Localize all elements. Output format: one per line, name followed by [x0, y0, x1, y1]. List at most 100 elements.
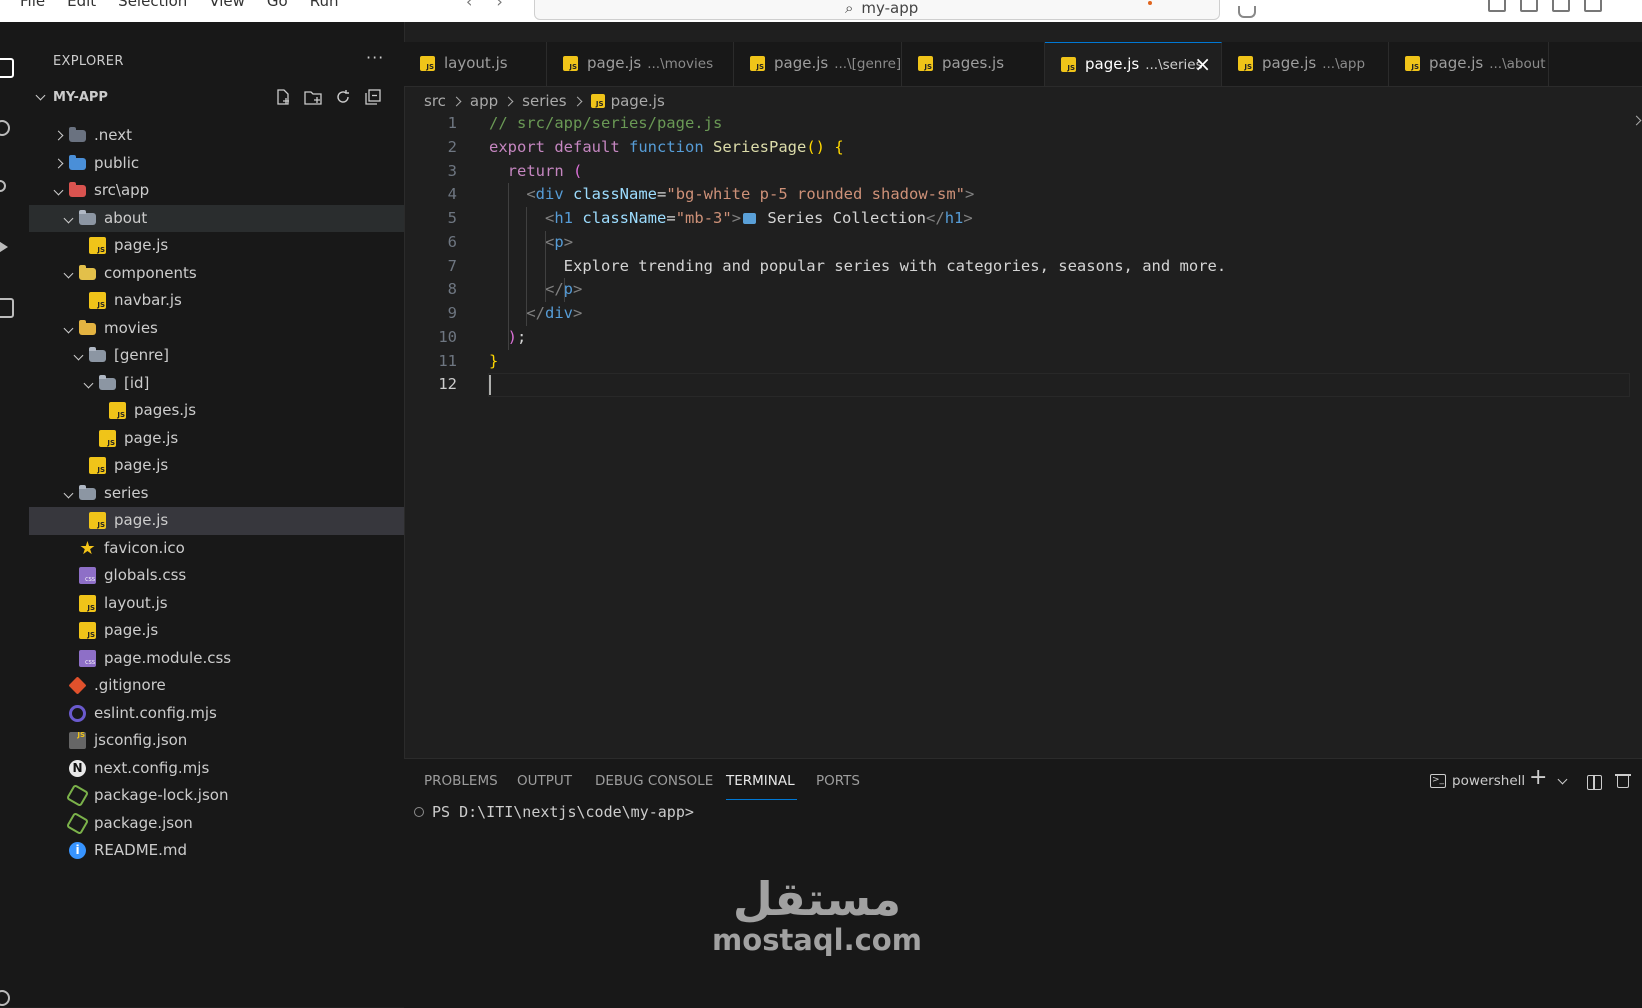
back-arrow-icon[interactable]: ‹: [466, 0, 472, 11]
menu-edit[interactable]: Edit: [67, 0, 96, 10]
layout-customize-icon[interactable]: [1488, 0, 1506, 12]
tree-file[interactable]: Nnext.config.mjs: [29, 755, 404, 783]
tree-file[interactable]: page.js: [29, 425, 404, 453]
tree-folder[interactable]: public: [29, 150, 404, 178]
tree-file[interactable]: jsconfig.json: [29, 722, 404, 755]
tree-file[interactable]: ★ favicon.ico: [29, 535, 404, 563]
tab-description: ...\about: [1489, 56, 1546, 72]
js-file-icon: [89, 292, 106, 309]
terminal-prompt: PS D:\ITI\nextjs\code\my-app>: [432, 803, 694, 821]
tree-folder[interactable]: [genre]: [29, 342, 404, 370]
line-number: 9: [447, 304, 457, 322]
breadcrumb-app[interactable]: app: [470, 92, 498, 110]
workspace-section-header[interactable]: MY-APP: [29, 86, 404, 112]
chevron-right-icon: [451, 96, 462, 106]
tab-output[interactable]: OUTPUT: [517, 773, 572, 789]
new-terminal-icon[interactable]: +: [1529, 765, 1547, 790]
terminal-shell-selector[interactable]: >_ powershell: [1430, 773, 1525, 789]
tree-folder[interactable]: about: [29, 204, 404, 232]
git-icon: [68, 676, 87, 695]
code-text: </p>: [489, 278, 582, 302]
folder-icon: [79, 319, 96, 335]
tree-item-label: page.js: [114, 236, 169, 254]
command-center[interactable]: ⌕ my-app: [534, 0, 1220, 20]
new-file-icon[interactable]: [273, 87, 293, 107]
tree-file[interactable]: package-lock.json: [29, 782, 404, 810]
tree-file[interactable]: package.json: [29, 810, 404, 838]
editor-tab[interactable]: layout.js: [404, 42, 547, 86]
editor-tab[interactable]: page.js ...\app: [1222, 42, 1389, 86]
toggle-sidebar-icon[interactable]: [1520, 0, 1538, 12]
tab-filename: pages.js: [942, 54, 1005, 72]
tree-file[interactable]: layout.js: [29, 590, 404, 618]
tree-folder[interactable]: [id]: [29, 370, 404, 398]
tab-debug-console[interactable]: DEBUG CONSOLE: [595, 773, 713, 789]
code-line: 4 <div className="bg-white p-5 rounded s…: [404, 183, 1642, 207]
tab-terminal[interactable]: TERMINAL: [726, 773, 797, 800]
explorer-icon[interactable]: [0, 58, 14, 78]
tree-item-label: package.json: [94, 813, 193, 832]
terminal-icon: >_: [1430, 774, 1446, 788]
editor-tab[interactable]: page.js ...\movies: [547, 42, 734, 86]
tree-file[interactable]: navbar.js: [29, 287, 404, 315]
refresh-icon[interactable]: [333, 87, 353, 107]
tree-file[interactable]: page.js: [29, 617, 404, 645]
run-debug-icon[interactable]: [0, 238, 8, 256]
tree-folder[interactable]: components: [29, 260, 404, 288]
chevron-down-icon[interactable]: [1557, 774, 1568, 785]
tree-file[interactable]: page.js: [29, 232, 404, 260]
toggle-secondary-sidebar-icon[interactable]: [1584, 0, 1602, 12]
nav-arrows: ‹ ›: [466, 0, 503, 11]
editor-tab[interactable]: page.js ...\about: [1389, 42, 1549, 86]
menu-go[interactable]: Go: [267, 0, 288, 10]
tree-file[interactable]: page.module.css: [29, 645, 404, 673]
folder-icon: [99, 374, 116, 390]
chevron-down-icon: [63, 323, 74, 333]
tab-filename: layout.js: [444, 54, 508, 72]
source-control-icon[interactable]: [0, 180, 6, 192]
tree-file[interactable]: pages.js: [29, 397, 404, 425]
tree-folder[interactable]: movies: [29, 315, 404, 343]
editor-tab[interactable]: page.js...\series×: [1045, 42, 1222, 86]
new-folder-icon[interactable]: [303, 87, 323, 107]
terminal-output[interactable]: PS D:\ITI\nextjs\code\my-app>: [414, 803, 694, 821]
more-actions-icon[interactable]: ···: [366, 48, 384, 67]
menu-file[interactable]: File: [20, 0, 45, 10]
copilot-icon[interactable]: [1238, 6, 1256, 18]
split-terminal-icon[interactable]: [1587, 775, 1602, 790]
forward-arrow-icon[interactable]: ›: [496, 0, 502, 11]
menu-run[interactable]: Run: [310, 0, 339, 10]
tree-folder[interactable]: .next: [29, 122, 404, 150]
toggle-panel-icon[interactable]: [1552, 0, 1570, 12]
tree-file[interactable]: .gitignore: [29, 672, 404, 700]
eslint-icon: [69, 704, 86, 722]
tab-filename: page.js: [1085, 55, 1140, 73]
tab-description: ...\app: [1322, 56, 1366, 72]
tree-file[interactable]: i README.md: [29, 837, 404, 865]
tab-problems[interactable]: PROBLEMS: [424, 773, 498, 789]
tree-folder[interactable]: src\app: [29, 177, 404, 205]
code-editor[interactable]: 1 // src/app/series/page.js 2 export defaul…: [404, 112, 1642, 397]
line-number: 7: [447, 256, 457, 275]
account-icon[interactable]: [0, 990, 10, 1006]
menu-view[interactable]: View: [209, 0, 245, 10]
kill-terminal-icon[interactable]: [1615, 774, 1631, 788]
tree-file[interactable]: page.js: [29, 452, 404, 480]
breadcrumb-series[interactable]: series: [522, 92, 566, 110]
breadcrumb-file[interactable]: page.js: [611, 92, 665, 110]
chevron-down-icon: [35, 90, 46, 101]
tree-folder[interactable]: series: [29, 480, 404, 508]
collapse-all-icon[interactable]: [363, 87, 383, 107]
tree-file[interactable]: globals.css: [29, 562, 404, 590]
tree-file[interactable]: page.js: [29, 507, 404, 535]
tab-ports[interactable]: PORTS: [816, 773, 860, 789]
tree-file[interactable]: eslint.config.mjs: [29, 700, 404, 728]
extensions-icon[interactable]: [0, 298, 14, 318]
breadcrumb-src[interactable]: src: [424, 92, 446, 110]
menu-selection[interactable]: Selection: [118, 0, 187, 10]
editor-tab[interactable]: page.js ...\[genre]: [734, 42, 902, 86]
search-view-icon[interactable]: [0, 120, 10, 136]
editor-tab[interactable]: pages.js: [902, 42, 1045, 86]
close-icon[interactable]: ×: [1194, 52, 1211, 76]
